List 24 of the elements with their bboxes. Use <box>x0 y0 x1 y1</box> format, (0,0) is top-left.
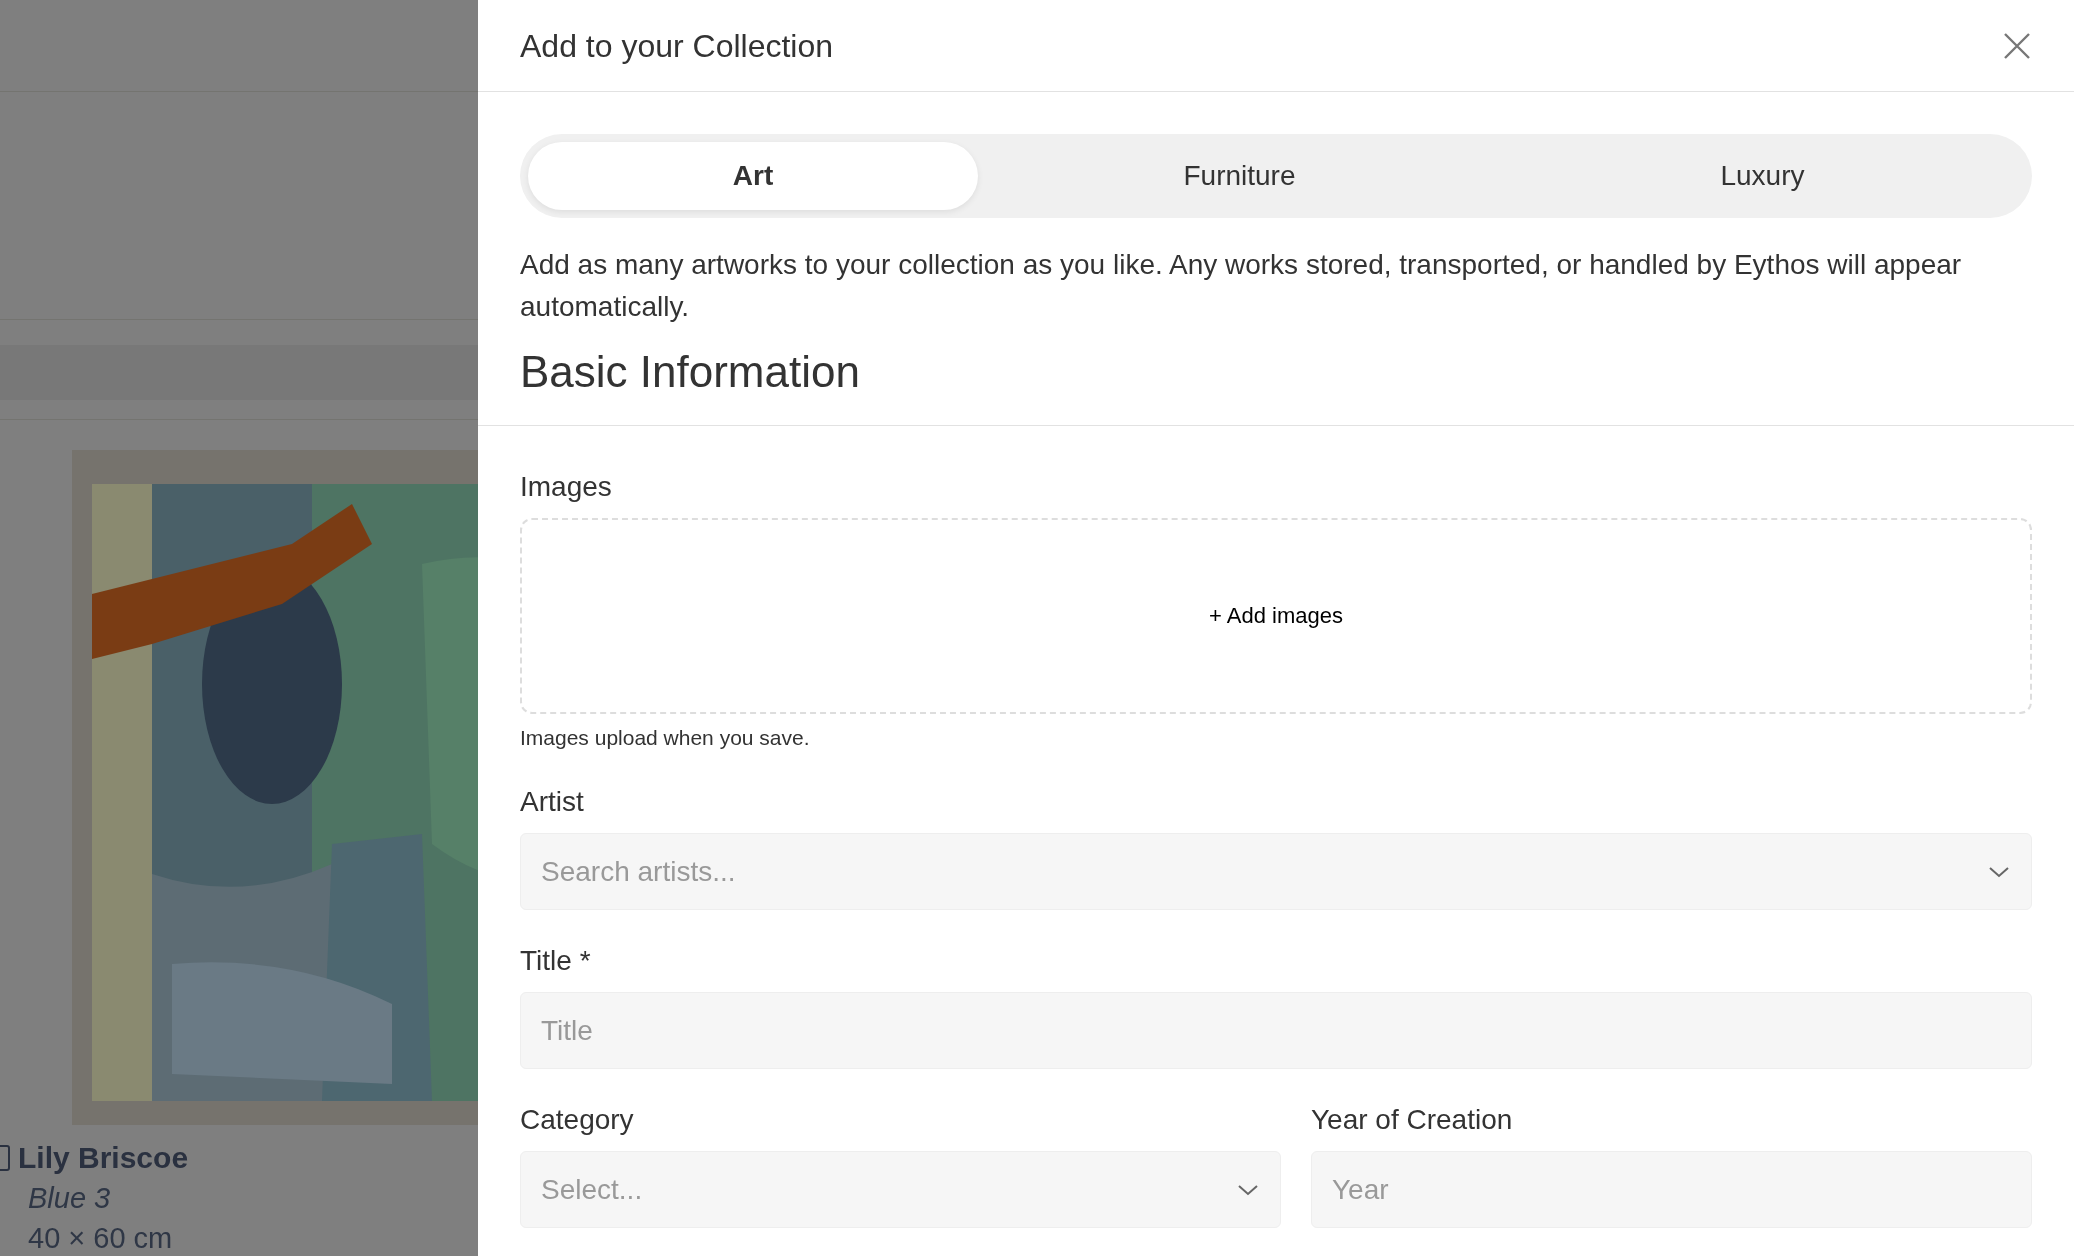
close-button[interactable] <box>2002 30 2032 61</box>
select-field[interactable]: Search artists... <box>520 833 2032 911</box>
input-field[interactable]: Year <box>1311 1151 2032 1229</box>
chevron-down-icon <box>1237 1183 1259 1198</box>
artwork-dimensions: 40 × 60 cm <box>28 1221 174 1256</box>
section-heading: Basic Information <box>520 346 861 398</box>
field-label: Artist <box>520 785 585 820</box>
field-label: Images <box>520 469 613 504</box>
image-dropzone[interactable]: + Add images <box>520 517 2032 714</box>
artist-name: Lily Briscoe <box>18 1140 189 1176</box>
tab[interactable]: Luxury <box>1501 142 2024 210</box>
drawer-title: Add to your Collection <box>520 26 834 66</box>
close-icon <box>2002 30 2032 61</box>
field-label: Category <box>520 1103 635 1138</box>
helper-text: Images upload when you save. <box>520 724 811 751</box>
field-label: Title * <box>520 944 592 979</box>
select-field[interactable]: Select... <box>520 1151 1281 1229</box>
artwork-title: Blue 3 <box>28 1181 112 1216</box>
chevron-down-icon <box>1988 865 2010 880</box>
tab[interactable]: Furniture <box>978 142 1501 210</box>
tab[interactable]: Art <box>528 142 978 210</box>
description-text: Add as many artworks to your collection as you like. Any works stored, transported, or handled by Eythos will appear automatically. <box>520 248 1963 324</box>
input-field[interactable]: Title <box>520 992 2032 1070</box>
field-label: Year of Creation <box>1311 1103 1514 1138</box>
